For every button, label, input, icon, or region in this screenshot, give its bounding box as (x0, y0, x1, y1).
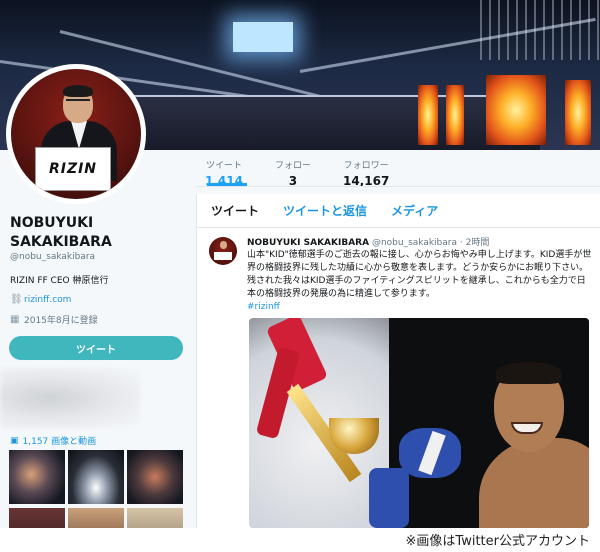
profile-joined: ▦ 2015年8月に登録 (10, 313, 98, 326)
photo-wrist-wrap (369, 468, 409, 528)
tweet-text: 山本"KID"徳郁選手のご逝去の報に接し、心からお悔やみ申し上げます。KID選手… (247, 250, 592, 299)
website-link[interactable]: rizinff.com (24, 295, 71, 305)
tweet-avatar-sign (214, 252, 232, 260)
tweet-item[interactable]: NOBUYUKI SAKAKIBARA @nobu_sakakibara · 2… (197, 229, 600, 528)
image-icon: ▣ (10, 435, 19, 446)
stage-flame (486, 75, 546, 145)
avatar-hair (63, 85, 93, 97)
stage-flame (565, 80, 591, 145)
tweet-button[interactable]: ツイート (9, 336, 183, 360)
media-thumbnail[interactable] (68, 450, 124, 504)
tweet-avatar-head (220, 241, 227, 249)
avatar-sign-text: RIZIN (48, 161, 98, 177)
stage-flame (446, 85, 464, 145)
stage-flame (418, 85, 438, 145)
media-header[interactable]: ▣ 1,157 画像と動画 (10, 434, 97, 448)
arena-light (233, 22, 293, 52)
stat-following[interactable]: フォロー 3 (275, 158, 311, 188)
stat-label: フォロー (274, 161, 311, 171)
profile-handle: @nobu_sakakibara (10, 252, 96, 262)
ceiling-truss (480, 0, 600, 60)
media-thumbnail[interactable] (127, 450, 183, 504)
tweet-handle: @nobu_sakakibara (371, 238, 457, 248)
calendar-icon: ▦ (10, 313, 20, 325)
tweet-time[interactable]: · 2時間 (460, 238, 489, 248)
arena-ring (120, 95, 540, 150)
media-thumbnail[interactable] (9, 450, 65, 504)
media-thumbnail[interactable] (127, 508, 183, 528)
avatar-glasses (66, 99, 90, 104)
tab-tweets-and-replies[interactable]: ツイートと返信 (283, 202, 367, 219)
profile-avatar[interactable]: RIZIN (6, 64, 146, 204)
tweet-hashtag[interactable]: #rizinff (247, 302, 280, 312)
stats-divider (196, 186, 600, 187)
photo-fighter-hair (496, 362, 562, 384)
joined-date: 2015年8月に登録 (24, 316, 98, 326)
profile-bio: RIZIN FF CEO 榊原信行 (10, 276, 109, 286)
link-icon: ⛓ (10, 294, 23, 305)
avatar-sign: RIZIN (35, 147, 111, 191)
tweet-photo[interactable] (249, 318, 589, 528)
image-credit-caption: ※画像はTwitter公式アカウント (405, 534, 590, 549)
tweet-avatar[interactable] (209, 237, 237, 265)
stat-label: フォロワー (343, 161, 389, 171)
media-count: 1,157 画像と動画 (22, 437, 97, 447)
profile-website: ⛓ rizinff.com (10, 294, 71, 306)
tweet-author[interactable]: NOBUYUKI SAKAKIBARA (247, 238, 369, 248)
media-thumbnail[interactable] (68, 508, 124, 528)
photo-glove (399, 428, 461, 478)
stat-label: ツイート (205, 161, 242, 171)
tweet-header: NOBUYUKI SAKAKIBARA @nobu_sakakibara · 2… (247, 235, 489, 248)
blurred-area (0, 368, 140, 428)
media-thumbnail[interactable] (9, 508, 65, 528)
timeline-tabs: ツイート ツイートと返信 メディア (197, 194, 600, 228)
profile-name: NOBUYUKI SAKAKIBARA (10, 215, 112, 250)
stat-followers[interactable]: フォロワー 14,167 (343, 158, 389, 188)
tab-tweets[interactable]: ツイート (211, 202, 259, 219)
glove-strap (418, 430, 446, 476)
tab-media[interactable]: メディア (391, 202, 438, 219)
timeline-panel: ツイート ツイートと返信 メディア NOBUYUKI SAKAKIBARA @n… (196, 194, 600, 528)
twitter-profile-screenshot: RIZIN ツイート 1,414 フォロー 3 フォロワー 14,167 NOB… (0, 0, 600, 528)
